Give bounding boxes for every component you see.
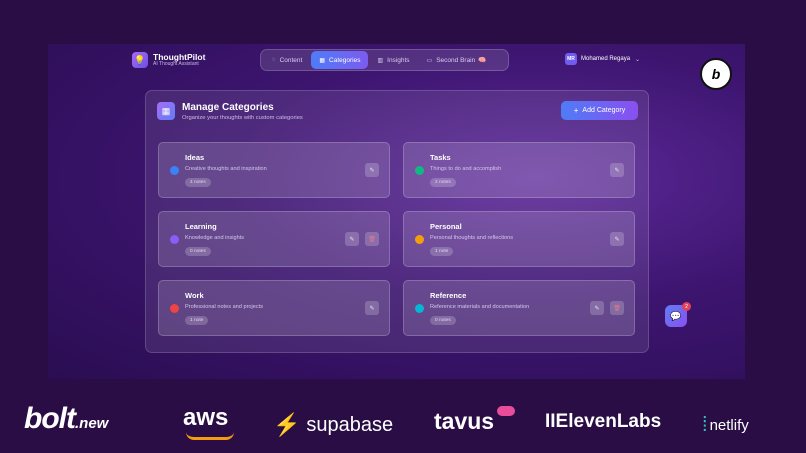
category-color-dot [415, 166, 424, 175]
aws-smile-icon [186, 432, 234, 440]
elevenlabs-logo: IIElevenLabs [545, 411, 662, 432]
category-count-badge: 1 note [185, 316, 209, 325]
aws-logo: aws [183, 404, 229, 431]
video-icon: ▭ [426, 57, 433, 64]
manage-categories-panel: ▦ Manage Categories Organize your though… [145, 90, 649, 353]
category-name: Tasks [430, 153, 451, 162]
main-nav: ◌ Content ▦ Categories ▥ Insights ▭ Seco… [260, 49, 509, 71]
brand-subtitle: AI Thought Assistant [153, 61, 199, 68]
category-name: Work [185, 291, 204, 300]
add-category-label: Add Category [582, 107, 626, 114]
app-window: 💡 ThoughtPilot AI Thought Assistant ◌ Co… [48, 44, 745, 379]
category-name: Learning [185, 222, 217, 231]
chat-bubble-icon: 💬 [670, 310, 682, 321]
category-description: Professional notes and projects [185, 304, 264, 310]
tavus-mark-icon [497, 406, 515, 416]
netlify-logo-text: netlify [709, 417, 749, 434]
edit-icon[interactable]: ✎ [590, 301, 604, 315]
category-color-dot [170, 235, 179, 244]
tab-label: Content [279, 56, 303, 64]
category-description: Things to do and accomplish [430, 166, 502, 172]
category-description: Creative thoughts and inspiration [185, 166, 267, 172]
bolt-logo: bolt.new [24, 402, 108, 436]
tab-second-brain[interactable]: ▭ Second Brain 🧠 [419, 51, 495, 69]
page-subtitle: Organize your thoughts with custom categ… [182, 115, 303, 121]
category-count-badge: 0 notes [185, 247, 211, 256]
supabase-logo-text: supabase [306, 413, 394, 436]
category-color-dot [415, 235, 424, 244]
tab-label: Second Brain [436, 56, 476, 64]
trash-icon[interactable]: 🗑 [610, 301, 624, 315]
edit-icon[interactable]: ✎ [345, 232, 359, 246]
category-count-badge: 2 notes [430, 178, 456, 187]
category-card-tasks[interactable]: Tasks Things to do and accomplish 2 note… [403, 142, 635, 198]
sponsor-logos: bolt.new aws ⚡ supabase tavus IIElevenLa… [0, 390, 806, 453]
edit-icon[interactable]: ✎ [610, 163, 624, 177]
tab-content[interactable]: ◌ Content [264, 51, 310, 69]
tab-categories[interactable]: ▦ Categories [311, 51, 369, 69]
add-category-button[interactable]: + Add Category [561, 101, 638, 120]
netlify-logo: ⁞ netlify [702, 414, 749, 437]
category-color-dot [170, 304, 179, 313]
plus-icon: + [573, 106, 579, 115]
supabase-logo: ⚡ supabase [273, 412, 393, 438]
lightbulb-icon: 💡 [132, 52, 148, 68]
grid-icon: ▦ [319, 57, 326, 64]
category-color-dot [170, 166, 179, 175]
grid-icon: ▦ [157, 102, 175, 120]
category-description: Knowledge and insights [185, 235, 245, 241]
category-card-personal[interactable]: Personal Personal thoughts and reflectio… [403, 211, 635, 267]
category-count-badge: 1 note [430, 247, 454, 256]
user-name: Mohamed Regaya [581, 56, 631, 62]
brand[interactable]: 💡 ThoughtPilot AI Thought Assistant [132, 52, 205, 68]
brain-icon: 🧠 [478, 57, 487, 64]
avatar: MR [565, 53, 577, 65]
chevron-down-icon: ⌄ [635, 56, 641, 63]
tab-label: Insights [387, 56, 410, 64]
category-color-dot [415, 304, 424, 313]
bolt-logo-text: bolt [24, 402, 76, 435]
edit-icon[interactable]: ✎ [365, 301, 379, 315]
badge-letter: b [711, 66, 721, 82]
category-count-badge: 0 notes [430, 316, 456, 325]
category-name: Ideas [185, 153, 205, 162]
bolt-badge[interactable]: b [700, 58, 732, 90]
supabase-bolt-icon: ⚡ [273, 412, 301, 437]
category-description: Reference materials and documentation [430, 304, 530, 310]
brand-title: ThoughtPilot [153, 51, 206, 62]
category-name: Personal [430, 222, 462, 231]
category-card-reference[interactable]: Reference Reference materials and docume… [403, 280, 635, 336]
top-bar: 💡 ThoughtPilot AI Thought Assistant ◌ Co… [48, 44, 745, 78]
category-name: Reference [430, 291, 467, 300]
tavus-logo: tavus [434, 408, 495, 434]
user-menu[interactable]: MR Mohamed Regaya ⌄ [565, 53, 640, 65]
edit-icon[interactable]: ✎ [610, 232, 624, 246]
page-title: Manage Categories [182, 102, 274, 113]
category-card-learning[interactable]: Learning Knowledge and insights 0 notes … [158, 211, 390, 267]
tab-label: Categories [329, 56, 361, 64]
bolt-logo-suffix: .new [74, 415, 109, 432]
chart-icon: ▥ [377, 57, 384, 64]
netlify-mark-icon: ⁞ [702, 414, 708, 436]
lightbulb-icon: ◌ [272, 57, 276, 63]
trash-icon[interactable]: 🗑 [365, 232, 379, 246]
edit-icon[interactable]: ✎ [365, 163, 379, 177]
category-count-badge: 4 notes [185, 178, 211, 187]
chat-notification-badge: 2 [682, 302, 691, 311]
category-card-work[interactable]: Work Professional notes and projects 1 n… [158, 280, 390, 336]
category-description: Personal thoughts and reflections [430, 235, 514, 241]
category-card-ideas[interactable]: Ideas Creative thoughts and inspiration … [158, 142, 390, 198]
tab-insights[interactable]: ▥ Insights [369, 51, 417, 69]
